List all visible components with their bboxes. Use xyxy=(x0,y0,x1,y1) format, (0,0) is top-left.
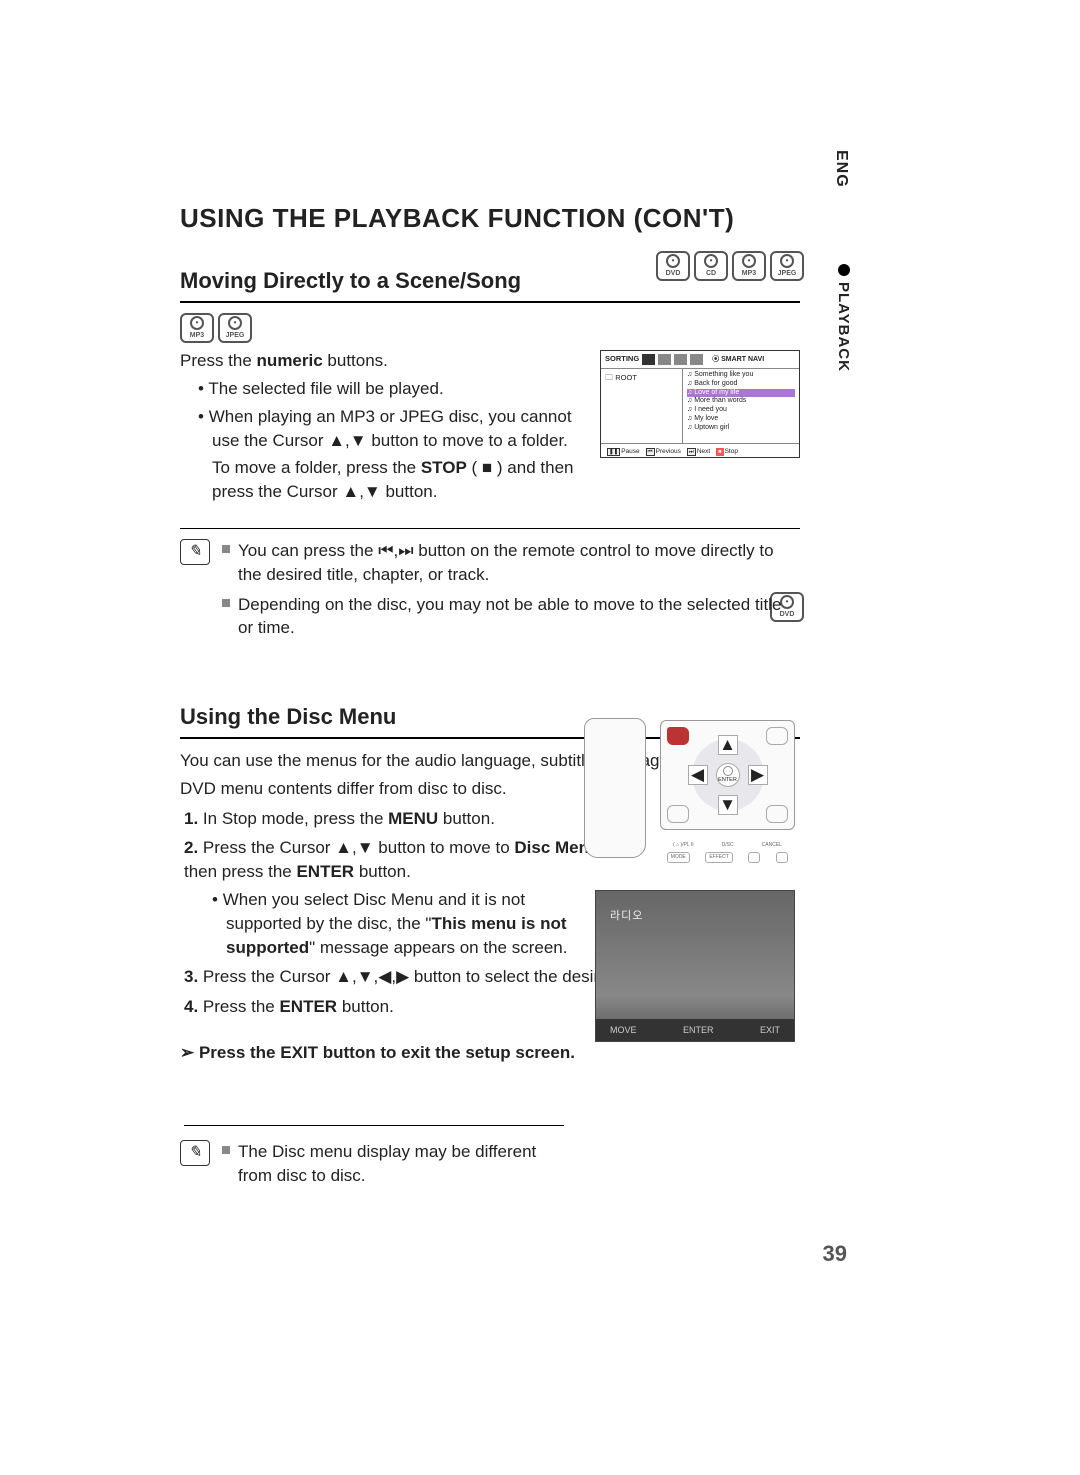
sn-next: ⏭Next xyxy=(687,447,710,457)
menu-button-icon xyxy=(667,727,689,745)
sn-pause: ❚❚Pause xyxy=(607,447,640,457)
scene-bullet-1: The selected ﬁle will be played. xyxy=(198,377,598,401)
format-badges-inline: MP3 JPEG xyxy=(180,313,800,343)
text-frag: button. xyxy=(337,997,394,1016)
sn-root-folder: ROOT xyxy=(605,373,637,382)
note-bullet-icon xyxy=(222,599,230,607)
sn-tab-icon xyxy=(674,354,687,365)
note-icon: ✎ xyxy=(180,1140,210,1166)
tv-enter-label: ENTER xyxy=(683,1024,714,1037)
discmenu-exit: Press the EXIT button to exit the setup … xyxy=(180,1041,800,1065)
sn-smartnavi-label: SMART NAVI xyxy=(712,355,764,365)
dpad-enter-button: ENTER xyxy=(716,763,740,787)
dpad-up-icon: ▲ xyxy=(718,735,738,755)
pad-mini-button xyxy=(748,852,760,863)
sn-song: Something like you xyxy=(687,371,795,380)
remote-illustration xyxy=(584,718,646,858)
text-frag: Press the Cursor ▲,▼,◀,▶ button to selec… xyxy=(203,967,660,986)
sn-song: My love xyxy=(687,415,795,424)
enter-label: ENTER xyxy=(718,777,737,785)
text-frag: In Stop mode, press the xyxy=(203,809,388,828)
smart-navi-panel: SORTING SMART NAVI ROOT Something like y… xyxy=(600,350,800,458)
sn-stop: ■Stop xyxy=(716,447,738,457)
text-frag-bold: MENU xyxy=(388,809,438,828)
separator xyxy=(184,1125,564,1126)
badge-jpeg-inline-label: JPEG xyxy=(226,331,245,341)
text-frag: You can press the xyxy=(238,541,378,560)
scene-note-2: Depending on the disc, you may not be ab… xyxy=(238,593,800,641)
badge-mp3-inline: MP3 xyxy=(180,313,214,343)
text-frag: To move a folder, press the xyxy=(212,458,421,477)
enter-ring-icon xyxy=(723,766,733,776)
dpad-down-icon: ▼ xyxy=(718,795,738,815)
dpad: ▲ ▼ ◀ ▶ ENTER xyxy=(692,739,764,811)
side-tab-section: PLAYBACK xyxy=(833,282,854,372)
pad-label: D/SC xyxy=(722,842,734,849)
text-frag-bold: ENTER xyxy=(296,862,354,881)
text-frag-bold: numeric xyxy=(257,351,323,370)
pad-corner-button-icon xyxy=(667,805,689,823)
pad-bottom-row: ( ⌂ )/PL II D/SC CANCEL xyxy=(661,842,794,849)
discmenu-step-2: 2. Press the Cursor ▲,▼ button to move t… xyxy=(184,836,644,884)
sn-tab-icon xyxy=(642,354,655,365)
sn-song: Back for good xyxy=(687,380,795,389)
sn-song: More than words xyxy=(687,397,795,406)
pad-mini-button xyxy=(776,852,788,863)
dpad-left-icon: ◀ xyxy=(688,765,708,785)
side-tab-dot xyxy=(838,264,850,276)
sn-song: Uptown girl xyxy=(687,424,795,433)
pad-corner-button-icon xyxy=(766,805,788,823)
text-frag: Press the Cursor ▲,▼ button to move to xyxy=(203,838,514,857)
text-frag: Press the xyxy=(180,351,257,370)
note-body: You can press the ⏮,⏭ button on the remo… xyxy=(222,539,800,646)
rewind-forward-icon: ⏮,⏭ xyxy=(378,541,413,560)
text-frag: Stop xyxy=(725,448,738,455)
page-title: USING THE PLAYBACK FUNCTION (CON'T) xyxy=(180,200,800,236)
note-bullet-icon xyxy=(222,545,230,553)
sn-sorting-label: SORTING xyxy=(605,354,639,365)
text-frag: " message appears on the screen. xyxy=(309,938,567,957)
tv-menu-label: 라디오 xyxy=(610,909,780,924)
text-frag: button. xyxy=(438,809,495,828)
sn-tab-icon xyxy=(658,354,671,365)
dpad-right-icon: ▶ xyxy=(748,765,768,785)
text-frag: button. xyxy=(354,862,411,881)
sn-previous: ⏮Previous xyxy=(646,447,681,457)
pad-corner-button-icon xyxy=(766,727,788,745)
scene-note-1: You can press the ⏮,⏭ button on the remo… xyxy=(238,539,800,587)
scene-bullet-2b: To move a folder, press the STOP ( ■ ) a… xyxy=(212,456,612,504)
tv-move-label: MOVE xyxy=(610,1024,637,1037)
tv-exit-label: EXIT xyxy=(760,1024,780,1037)
pad-label: CANCEL xyxy=(762,842,782,849)
discmenu-note: The Disc menu display may be different f… xyxy=(238,1140,560,1188)
sn-song-highlighted: Love of my life xyxy=(687,389,795,398)
text-frag-bold: STOP xyxy=(421,458,467,477)
tv-screen-illustration: 라디오 MOVE ENTER EXIT xyxy=(595,890,795,1042)
page-number: 39 xyxy=(823,1239,847,1270)
text-frag: Pause xyxy=(621,448,639,455)
text-frag: Previous xyxy=(656,448,681,455)
scene-bullet-2: When playing an MP3 or JPEG disc, you ca… xyxy=(198,405,598,453)
badge-jpeg-inline: JPEG xyxy=(218,313,252,343)
note-bullet-icon xyxy=(222,1146,230,1154)
side-tab-lang: ENG xyxy=(830,150,852,188)
pad-label: ( ⌂ )/PL II xyxy=(673,842,694,849)
text-frag-bold: ENTER xyxy=(279,997,337,1016)
pad-mini-button: EFFECT xyxy=(705,852,732,863)
sn-song-list: Something like you Back for good Love of… xyxy=(683,369,799,443)
sn-tab-icon xyxy=(690,354,703,365)
pad-bottom-row-2: MODE EFFECT xyxy=(661,852,794,863)
text-frag: Next xyxy=(697,448,710,455)
text-frag: buttons. xyxy=(323,351,388,370)
discmenu-step-2b: When you select Disc Menu and it is not … xyxy=(212,888,592,959)
text-frag: Press the xyxy=(203,997,280,1016)
dpad-illustration: ▲ ▼ ◀ ▶ ENTER ( ⌂ )/PL II D/SC CANCEL MO… xyxy=(660,720,795,830)
sn-song: I need you xyxy=(687,406,795,415)
badge-mp3-inline-label: MP3 xyxy=(190,331,204,341)
section-scene-heading: Moving Directly to a Scene/Song xyxy=(180,266,800,303)
pad-mini-button: MODE xyxy=(667,852,690,863)
tv-bottom-strip: MOVE ENTER EXIT xyxy=(596,1019,794,1041)
note-icon: ✎ xyxy=(180,539,210,565)
